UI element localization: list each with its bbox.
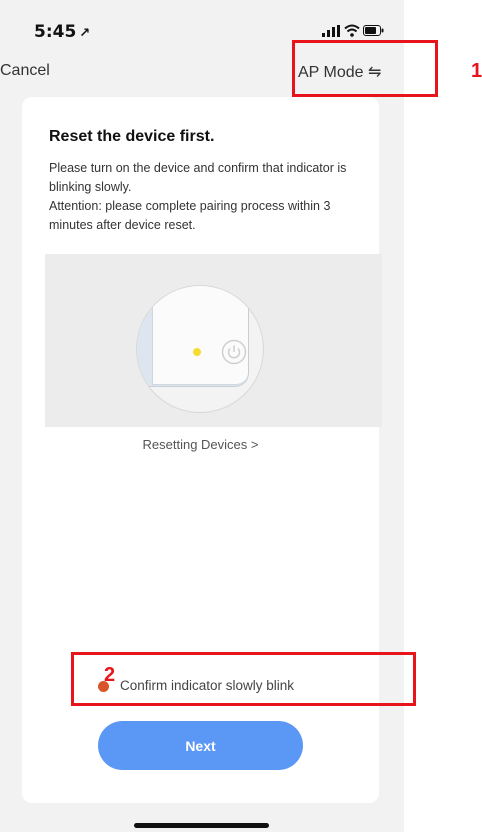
phone-screen: 5:45 ↗ Cancel AP Mode ⇋ Reset the device…: [0, 0, 404, 832]
attention-text: Attention: please complete pairing proce…: [49, 199, 331, 232]
annotation-box-1: [292, 40, 438, 97]
instruction-text: Please turn on the device and confirm th…: [49, 161, 347, 194]
device-zoom-circle: [136, 285, 264, 413]
signal-icon: [322, 25, 340, 37]
annotation-box-2: [71, 652, 416, 706]
device-face: [152, 286, 248, 385]
page-title: Reset the device first.: [49, 128, 215, 145]
annotation-number-1: 1: [471, 60, 482, 82]
home-indicator: [134, 823, 269, 828]
cancel-button[interactable]: Cancel: [0, 62, 50, 80]
status-time-text: 5:45: [34, 22, 77, 42]
status-icons: [322, 22, 384, 38]
indicator-light: [193, 348, 201, 356]
power-icon: [221, 339, 247, 365]
annotation-number-2: 2: [104, 664, 116, 686]
status-time: 5:45 ↗: [34, 22, 90, 42]
battery-icon: [363, 25, 384, 36]
device-illustration: [45, 254, 382, 427]
resetting-devices-link[interactable]: Resetting Devices >: [22, 437, 379, 452]
next-button[interactable]: Next: [98, 721, 303, 770]
instructions: Please turn on the device and confirm th…: [49, 159, 359, 235]
wifi-icon: [344, 24, 360, 37]
location-arrow-icon: ↗: [79, 26, 91, 41]
